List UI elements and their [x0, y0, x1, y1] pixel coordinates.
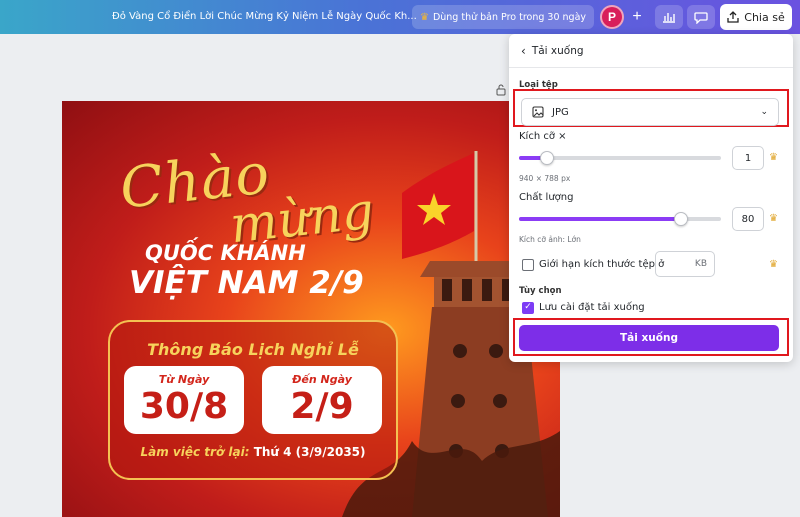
from-date-card: Từ Ngày 30/8: [124, 366, 244, 434]
chevron-down-icon: ⌄: [760, 107, 768, 117]
panel-header: ‹ Tải xuống: [509, 34, 793, 68]
add-collaborator-icon[interactable]: +: [626, 5, 648, 29]
insights-icon[interactable]: [655, 5, 683, 29]
share-label: Chia sẻ: [744, 10, 785, 24]
return-prefix: Làm việc trở lại:: [140, 445, 250, 459]
pro-crown-icon: ♛: [769, 259, 778, 270]
image-icon: [532, 106, 544, 118]
comment-icon[interactable]: [687, 5, 715, 29]
file-type-select[interactable]: JPG ⌄: [521, 98, 779, 126]
download-button[interactable]: Tải xuống: [519, 325, 779, 351]
return-date: Thứ 4 (3/9/2035): [253, 445, 366, 459]
share-button[interactable]: Chia sẻ: [720, 4, 792, 30]
quality-slider-fill: [519, 217, 681, 221]
save-settings-checkbox[interactable]: ✓: [522, 302, 534, 314]
save-settings-label: Lưu cài đặt tải xuống: [539, 302, 645, 313]
to-date-card: Đến Ngày 2/9: [262, 366, 382, 434]
limit-size-label: Giới hạn kích thước tệp ở: [539, 259, 665, 270]
crown-icon: ♛: [419, 11, 429, 23]
holiday-notice-box: Thông Báo Lịch Nghỉ Lễ Từ Ngày 30/8 Đến …: [108, 320, 398, 480]
share-icon: [727, 11, 739, 23]
notice-title: Thông Báo Lịch Nghỉ Lễ: [147, 340, 359, 359]
limit-size-checkbox[interactable]: [522, 259, 534, 271]
file-size-hint: Kích cỡ ảnh: Lớn: [519, 235, 581, 244]
download-panel: ‹ Tải xuống Loại tệp JPG ⌄ Kích cỡ × 1 ♛…: [509, 34, 793, 362]
quality-slider-handle[interactable]: [673, 212, 688, 226]
size-slider[interactable]: [519, 151, 721, 165]
quality-input[interactable]: 80: [732, 207, 764, 231]
kb-unit: KB: [694, 259, 707, 269]
limit-size-input[interactable]: KB: [655, 251, 715, 277]
lock-icon[interactable]: [496, 84, 506, 96]
back-chevron-icon[interactable]: ‹: [521, 44, 526, 58]
size-slider-handle[interactable]: [540, 151, 555, 165]
to-date-label: Đến Ngày: [292, 373, 352, 386]
avatar[interactable]: P: [600, 5, 624, 29]
pro-trial-label: Dùng thử bản Pro trong 30 ngày: [432, 11, 587, 23]
pro-crown-icon: ♛: [769, 152, 778, 163]
top-bar: Đỏ Vàng Cổ Điển Lời Chúc Mừng Kỷ Niệm Lễ…: [0, 0, 800, 34]
from-date-value: 30/8: [139, 386, 229, 427]
panel-title: Tải xuống: [531, 44, 584, 57]
to-date-value: 2/9: [290, 386, 354, 427]
dimensions-text: 940 × 788 px: [519, 174, 571, 183]
file-type-value: JPG: [552, 106, 569, 118]
document-title[interactable]: Đỏ Vàng Cổ Điển Lời Chúc Mừng Kỷ Niệm Lễ…: [112, 11, 417, 22]
vietnam-date-heading: VIỆT NAM 2/9: [129, 265, 364, 301]
pro-trial-button[interactable]: ♛ Dùng thử bản Pro trong 30 ngày: [412, 5, 594, 29]
quality-slider[interactable]: [519, 212, 721, 226]
design-canvas[interactable]: Chào mừng QUỐC KHÁNH VIỆT NAM 2/9 Thông …: [62, 101, 560, 517]
from-date-label: Từ Ngày: [158, 373, 210, 386]
quality-label: Chất lượng: [519, 192, 574, 203]
pro-crown-icon: ♛: [769, 213, 778, 224]
return-to-work-text: Làm việc trở lại: Thứ 4 (3/9/2035): [110, 445, 396, 459]
size-input[interactable]: 1: [732, 146, 764, 170]
national-day-heading: QUỐC KHÁNH: [145, 241, 306, 265]
size-label: Kích cỡ ×: [519, 131, 567, 142]
options-label: Tùy chọn: [519, 286, 562, 296]
